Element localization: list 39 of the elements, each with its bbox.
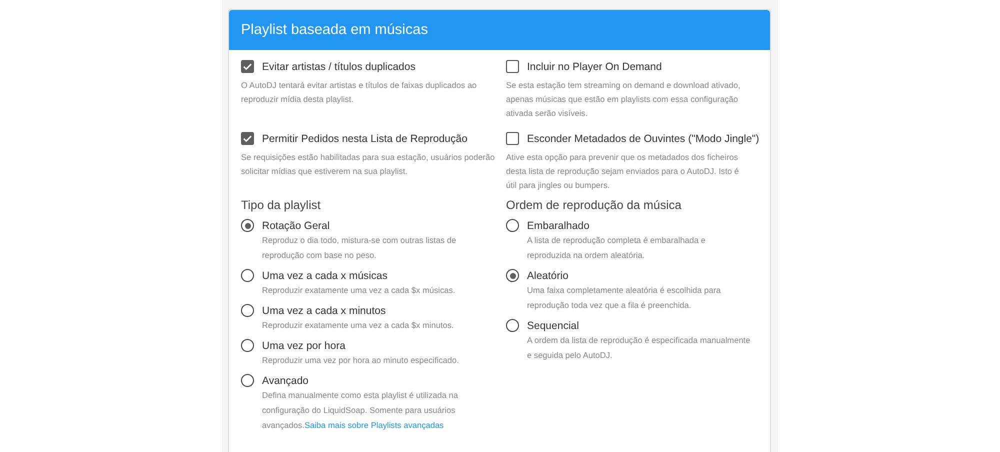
radio-button[interactable]: [506, 319, 519, 332]
radio-button[interactable]: [241, 339, 254, 352]
help-text: Ative esta opção para prevenir que os metadados dos ficheiros desta lista de reprodução sejam enviados para o AutoDJ. Isto é útil para jingles ou bumpers.: [506, 151, 740, 192]
radio-label[interactable]: Sequencial: [527, 320, 579, 332]
radio-label[interactable]: Uma vez a cada x minutos: [262, 304, 386, 316]
help-text: A lista de reprodução completa é embaralhada e reproduzida na ordem aleatória.: [527, 234, 706, 262]
radio-label[interactable]: Avançado: [262, 374, 309, 386]
radio-label[interactable]: Aleatório: [527, 270, 568, 282]
checkbox-label[interactable]: Incluir no Player On Demand: [527, 60, 662, 72]
checkbox[interactable]: [506, 60, 519, 73]
checkbox[interactable]: [241, 132, 254, 145]
help-text: Defina manualmente como esta playlist é utilizada na configuração do LiquidSoap. Somente para usuários avançados.Saiba mais sobre Playlists avançadas: [262, 389, 460, 432]
radio-label[interactable]: Embaralhado: [527, 220, 590, 232]
section-title: Tipo da playlist: [241, 198, 322, 212]
help-text: Uma faixa completamente aleatória é escolhida para reprodução toda vez que a fila é preenchida.: [527, 284, 722, 312]
radio-button[interactable]: [241, 269, 254, 282]
help-text: Reproduz o dia todo, mistura-se com outras listas de reprodução com base no peso.: [262, 234, 458, 262]
help-text: Reproduzir exatamente uma vez a cada $x músicas.: [262, 284, 456, 297]
help-text: O AutoDJ tentará evitar artistas e títulos de faixas duplicados ao reproduzir mídia desta playlist.: [241, 79, 478, 106]
radio-button[interactable]: [506, 269, 519, 282]
radio-button[interactable]: [241, 304, 254, 317]
radio-label[interactable]: Uma vez por hora: [262, 340, 346, 352]
checkbox[interactable]: [241, 60, 254, 73]
checkbox-label[interactable]: Permitir Pedidos nesta Lista de Reprodução: [262, 132, 468, 144]
help-text: Reproduzir uma vez por hora ao minuto especificado.: [262, 354, 460, 367]
radio-button[interactable]: [506, 219, 519, 232]
card-title: Playlist baseada em músicas: [241, 22, 428, 38]
checkbox[interactable]: [506, 132, 519, 145]
radio-label[interactable]: Uma vez a cada x músicas: [262, 270, 388, 282]
checkbox-label[interactable]: Esconder Metadados de Ouvintes ("Modo Jingle"): [527, 132, 760, 144]
help-text: Se requisições estão habilitadas para sua estação, usuários poderão solicitar mídias que estiverem na sua playlist.: [241, 151, 496, 178]
radio-label[interactable]: Rotação Geral: [262, 220, 330, 232]
help-text: A ordem da lista de reprodução é especificada manualmente e seguida pelo AutoDJ.: [527, 334, 752, 362]
radio-button[interactable]: [241, 374, 254, 387]
radio-button[interactable]: [241, 219, 254, 232]
checkbox-label[interactable]: Evitar artistas / títulos duplicados: [262, 60, 416, 72]
help-text: Se esta estação tem streaming on demand e download ativado, apenas músicas que estão em playlists com essa configuração ativada serão visíveis.: [506, 79, 742, 120]
help-text: Reproduzir exatamente uma vez a cada $x minutos.: [262, 319, 455, 332]
section-title: Ordem de reprodução da música: [506, 198, 682, 212]
